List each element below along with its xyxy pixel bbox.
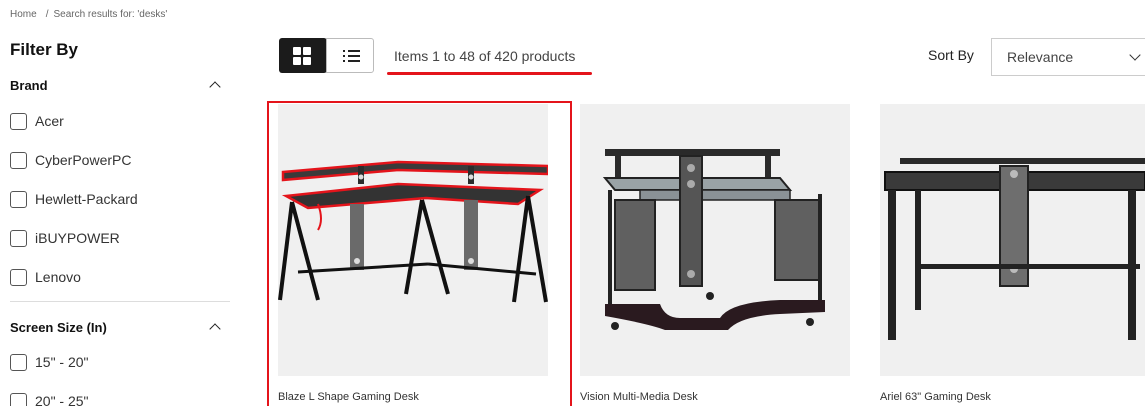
multi-media-desk-image bbox=[602, 149, 825, 330]
filter-option-label: iBUYPOWER bbox=[35, 230, 120, 246]
filter-option-hewlett-packard[interactable]: Hewlett-Packard bbox=[10, 189, 138, 209]
chevron-down-icon bbox=[1129, 51, 1141, 63]
checkbox[interactable] bbox=[10, 190, 27, 208]
brand-facet-label: Brand bbox=[10, 77, 48, 93]
sort-select[interactable]: Relevance bbox=[991, 38, 1145, 76]
brand-facet-header[interactable]: Brand bbox=[10, 74, 222, 96]
list-view-button[interactable] bbox=[326, 38, 374, 73]
filter-option-label: 15" - 20" bbox=[35, 354, 89, 370]
checkbox[interactable] bbox=[10, 151, 27, 169]
item-count: Items 1 to 48 of 420 products bbox=[394, 48, 576, 64]
checkbox[interactable] bbox=[10, 112, 27, 130]
chevron-up-icon[interactable] bbox=[208, 78, 222, 92]
chevron-up-icon[interactable] bbox=[208, 320, 222, 334]
facet-divider bbox=[10, 301, 230, 302]
filter-option-label: 20" - 25" bbox=[35, 393, 89, 406]
selected-product-highlight bbox=[267, 101, 572, 406]
filter-option-acer[interactable]: Acer bbox=[10, 111, 64, 131]
breadcrumb-separator: / bbox=[45, 9, 49, 20]
screen-size-facet-header[interactable]: Screen Size (In) bbox=[10, 316, 222, 338]
breadcrumb-current: Search results for: 'desks' bbox=[53, 9, 168, 20]
filter-option-label: Hewlett-Packard bbox=[35, 191, 138, 207]
sort-select-value: Relevance bbox=[1007, 49, 1074, 65]
filter-option-20-25[interactable]: 20" - 25" bbox=[10, 391, 89, 406]
product-name[interactable]: Vision Multi-Media Desk bbox=[580, 391, 698, 403]
product-image[interactable] bbox=[880, 104, 1145, 376]
product-name[interactable]: Ariel 63" Gaming Desk bbox=[880, 391, 991, 403]
breadcrumb-home-link[interactable]: Home bbox=[10, 9, 37, 20]
screen-size-facet-label: Screen Size (In) bbox=[10, 319, 107, 335]
filter-option-cyberpowerpc[interactable]: CyberPowerPC bbox=[10, 150, 131, 170]
checkbox[interactable] bbox=[10, 392, 27, 406]
filter-by-heading: Filter By bbox=[10, 40, 79, 59]
filter-option-label: CyberPowerPC bbox=[35, 152, 132, 168]
filter-option-ibuypower[interactable]: iBUYPOWER bbox=[10, 228, 120, 248]
filter-option-label: Lenovo bbox=[35, 269, 81, 285]
ariel-gaming-desk-image bbox=[884, 158, 1145, 340]
filter-option-label: Acer bbox=[35, 113, 64, 129]
grid-view-button[interactable] bbox=[279, 38, 327, 73]
checkbox[interactable] bbox=[10, 229, 27, 247]
filter-option-15-20[interactable]: 15" - 20" bbox=[10, 352, 89, 372]
checkbox[interactable] bbox=[10, 353, 27, 371]
checkbox[interactable] bbox=[10, 268, 27, 286]
item-count-underline bbox=[387, 72, 592, 75]
sort-by-label: Sort By bbox=[928, 47, 974, 63]
breadcrumb: Home / Search results for: 'desks' bbox=[10, 9, 171, 20]
filter-option-lenovo[interactable]: Lenovo bbox=[10, 267, 81, 287]
product-image[interactable] bbox=[580, 104, 850, 376]
